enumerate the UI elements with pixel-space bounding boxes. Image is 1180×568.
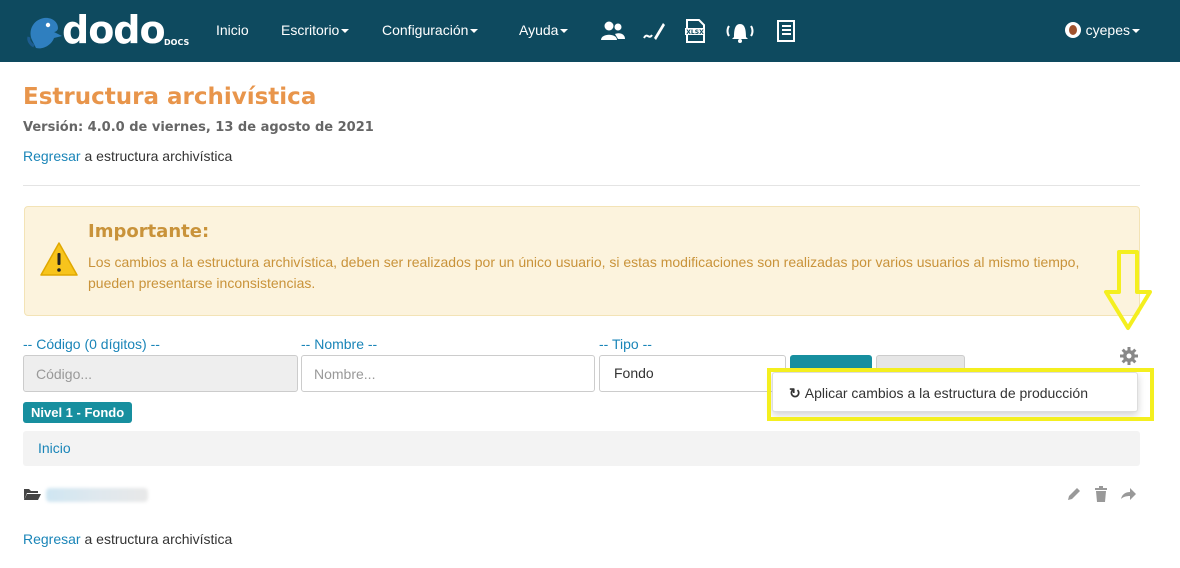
document-list-icon[interactable] — [773, 18, 799, 44]
trash-icon[interactable] — [1092, 485, 1110, 503]
nav-ayuda-label: Ayuda — [519, 22, 559, 38]
dodo-bird-icon — [27, 17, 62, 49]
tipo-label: -- Tipo -- — [599, 336, 652, 352]
level-badge: Nivel 1 - Fondo — [23, 402, 133, 423]
bell-icon[interactable] — [725, 18, 755, 44]
annotation-arrow — [1104, 250, 1152, 330]
annotation-highlight-box — [767, 368, 1154, 421]
alert-title: Importante: — [88, 221, 210, 242]
nombre-input[interactable] — [301, 355, 595, 392]
tipo-select[interactable]: Fondo × — [599, 355, 786, 392]
tipo-selected-value: Fondo — [614, 365, 654, 381]
gear-icon[interactable] — [1119, 346, 1139, 366]
xlsx-icon[interactable]: XLSX — [682, 18, 708, 44]
caret-down-icon — [560, 29, 569, 34]
warning-icon — [40, 242, 78, 276]
nav-ayuda[interactable]: Ayuda — [519, 22, 569, 38]
clear-button[interactable] — [876, 355, 965, 369]
edit-icon[interactable] — [1065, 485, 1083, 503]
search-button[interactable] — [790, 355, 872, 369]
blurred-item-name[interactable] — [46, 488, 148, 502]
logo-text: dodo — [62, 8, 166, 52]
nav-configuracion-label: Configuración — [382, 22, 469, 38]
nav-escritorio[interactable]: Escritorio — [281, 22, 350, 38]
caret-down-icon — [341, 29, 350, 34]
users-icon[interactable] — [600, 18, 626, 44]
nombre-label: -- Nombre -- — [301, 336, 378, 352]
nav-escritorio-label: Escritorio — [281, 22, 340, 38]
important-alert: Importante: Los cambios a la estructura … — [24, 206, 1140, 316]
page-title: Estructura archivística — [23, 84, 317, 110]
breadcrumb: Inicio — [23, 431, 1140, 466]
user-menu[interactable]: cyepes — [1064, 22, 1140, 38]
avatar — [1064, 22, 1081, 38]
breadcrumb-inicio[interactable]: Inicio — [38, 440, 71, 456]
nav-configuracion[interactable]: Configuración — [382, 22, 479, 38]
back-text: a estructura archivística — [80, 148, 233, 164]
svg-text:XLSX: XLSX — [686, 29, 704, 36]
logo-subtext: DOCS — [164, 38, 190, 47]
user-name: cyepes — [1085, 22, 1130, 38]
codigo-input[interactable] — [23, 355, 298, 392]
back-text: a estructura archivística — [80, 531, 233, 547]
back-link[interactable]: Regresar — [23, 148, 81, 164]
dodo-logo[interactable]: dodo DOCS — [26, 8, 191, 52]
version-text: Versión: 4.0.0 de viernes, 13 de agosto … — [23, 120, 374, 135]
codigo-label: -- Código (0 dígitos) -- — [23, 336, 160, 352]
back-line-bottom: Regresar a estructura archivística — [23, 531, 232, 547]
caret-down-icon — [470, 29, 479, 34]
top-navbar: dodo DOCS Inicio Escritorio Configuració… — [0, 0, 1180, 62]
back-line-top: Regresar a estructura archivística — [23, 148, 232, 164]
divider — [23, 185, 1140, 186]
alert-text: Los cambios a la estructura archivística… — [88, 254, 1080, 291]
move-arrow-icon[interactable] — [1119, 485, 1137, 503]
folder-open-icon — [24, 489, 41, 500]
nav-inicio[interactable]: Inicio — [216, 22, 249, 38]
signature-icon[interactable] — [641, 18, 667, 44]
caret-down-icon — [1132, 29, 1140, 34]
back-link[interactable]: Regresar — [23, 531, 81, 547]
